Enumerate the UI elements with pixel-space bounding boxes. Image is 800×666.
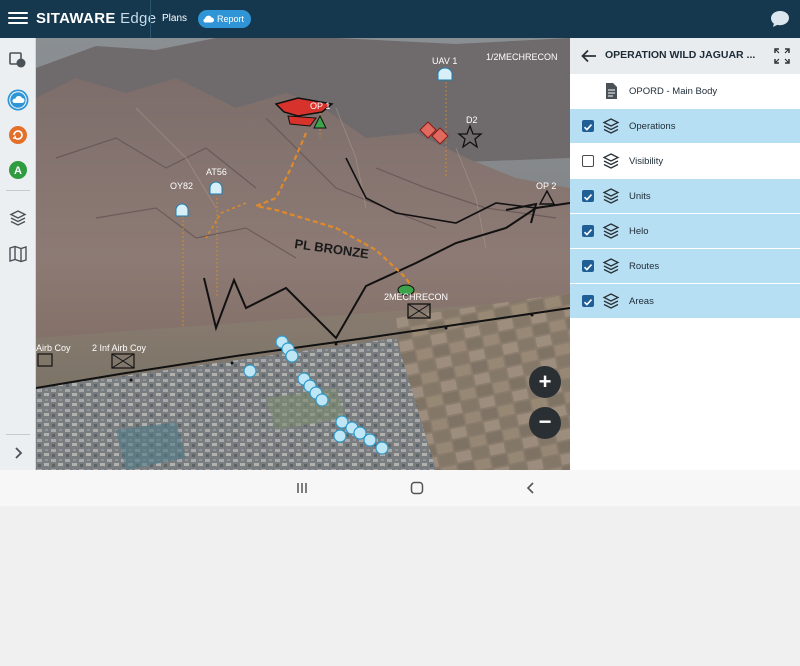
layer-checkbox[interactable] bbox=[582, 190, 594, 202]
expand-icon[interactable] bbox=[774, 48, 790, 64]
home-icon[interactable] bbox=[409, 480, 425, 496]
layer-checkbox[interactable] bbox=[582, 120, 594, 132]
label-inf-airb-coy: 2 Inf Airb Coy bbox=[92, 343, 147, 353]
label-uav1: UAV 1 bbox=[432, 56, 457, 66]
toolbar-divider bbox=[6, 190, 30, 191]
layer-list: OPORD - Main Body Operations Visibility Uni… bbox=[570, 74, 800, 319]
operation-panel: OPERATION WILD JAGUAR ... OPORD - Main B… bbox=[570, 38, 800, 470]
layer-row-helo[interactable]: Helo bbox=[570, 214, 800, 249]
cloud-icon[interactable] bbox=[6, 88, 30, 112]
back-icon[interactable] bbox=[523, 480, 539, 496]
label-oy82: OY82 bbox=[170, 181, 193, 191]
brand-name: SITAWARE bbox=[36, 10, 116, 27]
layer-checkbox[interactable] bbox=[582, 260, 594, 272]
recent-apps-icon[interactable] bbox=[294, 480, 310, 496]
layer-row-operations[interactable]: Operations bbox=[570, 109, 800, 144]
label-d2: D2 bbox=[466, 115, 478, 125]
panel-title: OPERATION WILD JAGUAR ... bbox=[605, 49, 756, 61]
chat-icon[interactable] bbox=[770, 10, 790, 28]
row-label: Operations bbox=[629, 121, 676, 132]
empty-area bbox=[0, 506, 800, 666]
refresh-orange-icon[interactable] bbox=[6, 123, 30, 147]
layer-checkbox[interactable] bbox=[582, 225, 594, 237]
report-label: Report bbox=[217, 14, 245, 24]
app-header: SITAWARE Edge Plans Report bbox=[0, 0, 800, 38]
document-icon bbox=[606, 83, 617, 99]
layers-shapes-icon[interactable] bbox=[6, 48, 30, 72]
report-button[interactable]: Report bbox=[198, 10, 252, 28]
layers-icon bbox=[602, 293, 620, 309]
terrain-map[interactable]: UAV 1 1/2MECHRECON OP 1 D2 AT56 OY82 OP … bbox=[36, 38, 570, 470]
opord-document-item[interactable]: OPORD - Main Body bbox=[570, 74, 800, 109]
layer-row-routes[interactable]: Routes bbox=[570, 249, 800, 284]
label-op1: OP 1 bbox=[310, 101, 330, 111]
cloud-icon bbox=[203, 15, 214, 23]
label-airb-coy: Airb Coy bbox=[36, 343, 71, 353]
layer-row-visibility[interactable]: Visibility bbox=[570, 144, 800, 179]
layers-icon bbox=[602, 118, 620, 134]
row-label: Routes bbox=[629, 261, 660, 272]
map-book-icon[interactable] bbox=[6, 242, 30, 266]
row-label: Helo bbox=[629, 226, 649, 237]
app-brand: SITAWARE Edge bbox=[36, 10, 156, 27]
row-label: OPORD - Main Body bbox=[629, 86, 718, 97]
row-label: Visibility bbox=[629, 156, 664, 167]
layers-icon bbox=[602, 258, 620, 274]
menu-icon[interactable] bbox=[8, 9, 28, 29]
badge-a-label: A bbox=[14, 165, 22, 177]
layers-icon bbox=[602, 153, 620, 169]
label-mechrecon-top: 1/2MECHRECON bbox=[486, 52, 558, 62]
letter-a-green-icon[interactable]: A bbox=[6, 158, 30, 182]
header-divider bbox=[150, 0, 151, 38]
label-mechrecon-mid: 2MECHRECON bbox=[384, 292, 448, 302]
chevron-right-icon[interactable] bbox=[6, 441, 30, 465]
row-label: Areas bbox=[629, 296, 654, 307]
layer-checkbox[interactable] bbox=[582, 155, 594, 167]
layer-row-areas[interactable]: Areas bbox=[570, 284, 800, 319]
layer-checkbox[interactable] bbox=[582, 295, 594, 307]
map-view[interactable]: UAV 1 1/2MECHRECON OP 1 D2 AT56 OY82 OP … bbox=[36, 38, 570, 470]
layers-icon bbox=[602, 223, 620, 239]
label-at56: AT56 bbox=[206, 167, 227, 177]
toolbar-divider-bottom bbox=[6, 434, 30, 435]
layers-icon bbox=[602, 188, 620, 204]
zoom-in-button[interactable]: + bbox=[529, 366, 561, 398]
zoom-out-button[interactable]: − bbox=[529, 407, 561, 439]
system-nav-bar bbox=[0, 470, 800, 506]
panel-header: OPERATION WILD JAGUAR ... bbox=[570, 38, 800, 74]
layers-icon[interactable] bbox=[6, 206, 30, 230]
plans-link[interactable]: Plans bbox=[162, 13, 187, 24]
back-arrow-icon[interactable] bbox=[580, 47, 598, 65]
left-toolbar: A bbox=[0, 38, 36, 470]
row-label: Units bbox=[629, 191, 651, 202]
layer-row-units[interactable]: Units bbox=[570, 179, 800, 214]
label-op2: OP 2 bbox=[536, 181, 556, 191]
